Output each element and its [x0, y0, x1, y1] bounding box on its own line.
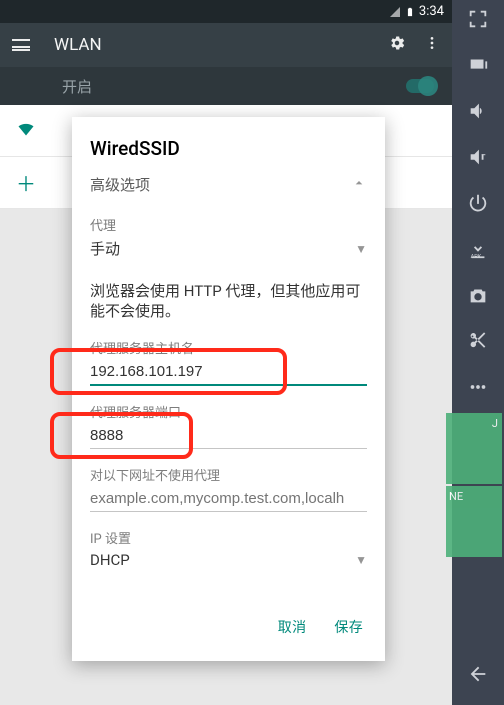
- power-icon[interactable]: [467, 192, 489, 214]
- advanced-options-label: 高级选项: [90, 174, 150, 195]
- dialog-actions: 取消 保存: [90, 607, 367, 647]
- proxy-select[interactable]: 手动 ▼: [90, 238, 367, 259]
- caret-down-icon: ▼: [355, 553, 367, 567]
- network-settings-dialog: WiredSSID 高级选项 代理 手动 ▼ 浏览器会使用 HTTP 代理，但其…: [72, 117, 385, 661]
- battery-icon: [405, 5, 415, 19]
- cut-icon[interactable]: [467, 330, 489, 352]
- fullscreen-icon[interactable]: [467, 8, 489, 30]
- advanced-options-row[interactable]: 高级选项: [90, 174, 367, 195]
- proxy-host-label: 代理服务器主机名: [90, 338, 367, 357]
- wifi-icon: [16, 118, 38, 143]
- status-bar: 3:34: [0, 0, 452, 23]
- proxy-host-input[interactable]: [90, 357, 367, 386]
- app-toolbar: WLAN: [0, 23, 452, 67]
- status-time: 3:34: [419, 4, 444, 19]
- ide-panel-peek: NE: [446, 486, 502, 557]
- toolbar-title: WLAN: [54, 35, 102, 55]
- cancel-button[interactable]: 取消: [278, 617, 307, 637]
- device-screen: 3:34 WLAN 开启 ＋ WiredSSID 高级选项: [0, 0, 452, 705]
- volume-down-icon[interactable]: [467, 146, 489, 168]
- svg-text:APK: APK: [471, 254, 482, 260]
- bypass-label: 对以下网址不使用代理: [90, 465, 367, 484]
- dialog-title: WiredSSID: [90, 137, 367, 160]
- chevron-up-icon: [351, 175, 367, 195]
- scrcpy-side-toolbar: APK: [452, 0, 504, 705]
- toggle-switch[interactable]: [406, 79, 434, 93]
- ip-settings-value: DHCP: [90, 551, 130, 569]
- bypass-input[interactable]: [90, 484, 367, 512]
- proxy-label: 代理: [90, 215, 367, 234]
- back-icon[interactable]: [467, 663, 489, 685]
- more-icon[interactable]: [467, 376, 489, 398]
- rotate-icon[interactable]: [467, 54, 489, 76]
- gear-icon[interactable]: [388, 34, 406, 56]
- overflow-icon[interactable]: [424, 35, 440, 55]
- screenshot-icon[interactable]: [467, 284, 489, 306]
- proxy-value: 手动: [90, 238, 120, 259]
- ip-settings-label: IP 设置: [90, 528, 367, 547]
- save-button[interactable]: 保存: [334, 617, 363, 637]
- master-toggle-label: 开启: [62, 76, 92, 97]
- proxy-note: 浏览器会使用 HTTP 代理，但其他应用可能不会使用。: [90, 281, 367, 322]
- caret-down-icon: ▼: [355, 242, 367, 256]
- add-icon: ＋: [16, 168, 38, 197]
- menu-icon[interactable]: [12, 39, 30, 51]
- install-apk-icon[interactable]: APK: [467, 238, 489, 260]
- proxy-port-label: 代理服务器端口: [90, 402, 367, 421]
- wifi-master-toggle-row[interactable]: 开启: [0, 67, 452, 105]
- ip-settings-select[interactable]: DHCP ▼: [90, 551, 367, 569]
- proxy-port-input[interactable]: [90, 421, 367, 449]
- ide-panel-peek: J: [446, 413, 502, 484]
- volume-up-icon[interactable]: [467, 100, 489, 122]
- signal-icon: [389, 6, 401, 18]
